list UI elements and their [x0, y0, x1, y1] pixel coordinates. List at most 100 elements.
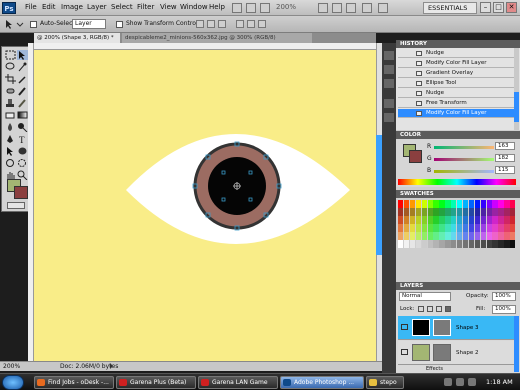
swatch-cell[interactable]: [457, 240, 463, 248]
swatch-cell[interactable]: [510, 200, 516, 208]
swatch-cell[interactable]: [468, 200, 475, 208]
swatch-cell[interactable]: [462, 216, 469, 224]
start-button[interactable]: [2, 375, 24, 390]
swatch-cell[interactable]: [492, 200, 498, 208]
tray-flag-icon[interactable]: [468, 378, 476, 386]
swatch-cell[interactable]: [427, 208, 433, 216]
task-odesk[interactable]: Find Jobs - oDesk -...: [34, 376, 114, 389]
layers-panel-header[interactable]: LAYERS: [396, 282, 520, 290]
visibility-eye-icon[interactable]: [401, 349, 408, 355]
extras-icon[interactable]: [260, 3, 270, 13]
status-zoom[interactable]: 200%: [3, 363, 20, 370]
align-vcenter-icon[interactable]: [207, 20, 215, 28]
swatch-cell[interactable]: [480, 240, 486, 248]
swatch-cell[interactable]: [433, 200, 439, 208]
3d-rotate-icon[interactable]: [5, 158, 16, 168]
swatch-cell[interactable]: [504, 200, 510, 208]
swatch-cell[interactable]: [504, 216, 510, 224]
opacity-value[interactable]: 100%: [492, 292, 516, 301]
path-selection-icon[interactable]: [5, 146, 16, 156]
fill-value[interactable]: 100%: [492, 305, 516, 314]
swatch-cell[interactable]: [504, 224, 510, 232]
history-item-selected[interactable]: Modify Color Fill Layer: [398, 109, 514, 118]
menu-file[interactable]: File: [25, 3, 37, 11]
swatch-cell[interactable]: [474, 216, 481, 224]
swatch-cell[interactable]: [427, 200, 433, 208]
swatch-cell[interactable]: [427, 224, 433, 232]
auto-select-checkbox[interactable]: [30, 21, 37, 28]
swatch-cell[interactable]: [415, 232, 422, 240]
swatch-cell[interactable]: [510, 208, 516, 216]
move-tool-icon[interactable]: [17, 50, 28, 60]
minimize-button[interactable]: –: [480, 2, 491, 13]
healing-brush-icon[interactable]: [5, 86, 16, 96]
swatch-cell[interactable]: [451, 240, 457, 248]
eyedropper-icon[interactable]: [17, 74, 28, 84]
swatch-cell[interactable]: [474, 232, 481, 240]
align-right-icon[interactable]: [258, 20, 266, 28]
swatch-cell[interactable]: [433, 232, 439, 240]
swatch-cell[interactable]: [451, 224, 457, 232]
swatch-cell[interactable]: [433, 224, 439, 232]
swatch-cell[interactable]: [492, 208, 498, 216]
swatch-cell[interactable]: [457, 216, 463, 224]
swatches-grid[interactable]: [398, 200, 516, 248]
lock-all-icon[interactable]: [445, 306, 451, 312]
swatch-cell[interactable]: [415, 240, 422, 248]
red-value[interactable]: 163: [495, 142, 515, 150]
marquee-tool-icon[interactable]: [5, 50, 16, 60]
swatch-cell[interactable]: [445, 240, 451, 248]
swatch-cell[interactable]: [462, 208, 469, 216]
type-tool-icon[interactable]: T: [17, 134, 28, 145]
menu-layer[interactable]: Layer: [87, 3, 107, 11]
clone-stamp-icon[interactable]: [5, 98, 16, 108]
bridge-icon[interactable]: [232, 3, 242, 13]
swatch-cell[interactable]: [457, 224, 463, 232]
panel-icon-2[interactable]: [384, 65, 394, 74]
swatch-cell[interactable]: [427, 232, 433, 240]
swatch-cell[interactable]: [398, 200, 404, 208]
visibility-eye-icon[interactable]: [401, 324, 408, 330]
swatch-cell[interactable]: [403, 208, 410, 216]
swatch-cell[interactable]: [403, 232, 410, 240]
history-brush-icon[interactable]: [17, 98, 28, 108]
history-item[interactable]: Gradient Overlay: [398, 69, 514, 78]
brush-tool-icon[interactable]: [17, 86, 28, 96]
close-button[interactable]: ✕: [506, 2, 517, 13]
swatch-cell[interactable]: [457, 208, 463, 216]
history-panel-header[interactable]: HISTORY: [396, 40, 520, 48]
swatch-cell[interactable]: [462, 240, 469, 248]
swatch-cell[interactable]: [421, 240, 427, 248]
lock-transparent-icon[interactable]: [418, 306, 424, 312]
align-top-icon[interactable]: [196, 20, 204, 28]
red-slider[interactable]: [434, 146, 494, 149]
align-left-icon[interactable]: [236, 20, 244, 28]
lasso-tool-icon[interactable]: [5, 62, 16, 72]
swatch-cell[interactable]: [409, 200, 416, 208]
history-item[interactable]: Nudge: [398, 49, 514, 58]
swatch-cell[interactable]: [409, 216, 416, 224]
swatch-cell[interactable]: [415, 200, 422, 208]
swatch-cell[interactable]: [445, 208, 451, 216]
swatch-cell[interactable]: [409, 224, 416, 232]
swatch-cell[interactable]: [427, 240, 433, 248]
green-slider[interactable]: [434, 158, 494, 161]
swatch-cell[interactable]: [457, 200, 463, 208]
swatch-cell[interactable]: [480, 208, 486, 216]
swatch-cell[interactable]: [468, 240, 475, 248]
quick-select-icon[interactable]: [17, 62, 28, 72]
dodge-tool-icon[interactable]: [17, 122, 28, 133]
workspace-switcher[interactable]: ESSENTIALS: [423, 2, 477, 14]
swatch-cell[interactable]: [403, 240, 410, 248]
crop-tool-icon[interactable]: [5, 74, 16, 84]
task-stepo[interactable]: stepo: [366, 376, 404, 389]
blend-mode-dropdown[interactable]: Normal: [399, 292, 451, 301]
swatch-cell[interactable]: [480, 200, 486, 208]
swatch-cell[interactable]: [498, 240, 504, 248]
zoom-tool-icon[interactable]: [332, 3, 342, 13]
menu-edit[interactable]: Edit: [42, 3, 56, 11]
swatch-cell[interactable]: [510, 240, 516, 248]
gradient-tool-icon[interactable]: [17, 110, 28, 120]
swatch-cell[interactable]: [492, 240, 498, 248]
swatch-cell[interactable]: [474, 240, 481, 248]
